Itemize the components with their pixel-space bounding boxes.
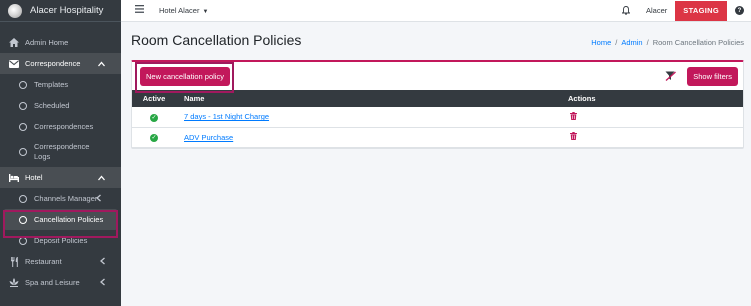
sidebar-item-hotel[interactable]: Hotel <box>0 167 121 188</box>
new-cancellation-policy-button[interactable]: New cancellation policy <box>140 66 230 86</box>
chevron-up-icon <box>98 173 105 182</box>
sidebar-item-deposit-policies[interactable]: Deposit Policies <box>0 230 121 251</box>
chevron-left-icon <box>100 257 105 266</box>
trash-icon[interactable] <box>570 132 577 140</box>
topbar-right: Alacer STAGING ? <box>622 0 751 22</box>
sidebar-item-label: Admin Home <box>25 38 69 47</box>
sidebar-item-scheduled[interactable]: Scheduled <box>0 95 121 116</box>
breadcrumb-separator: / <box>646 38 649 47</box>
chevron-left-icon <box>96 194 101 203</box>
breadcrumb: Home / Admin / Room Cancellation Policie… <box>591 38 744 47</box>
policies-table: Active Name Actions ✓ 7 days - 1st Night… <box>132 90 743 148</box>
active-cell: ✓ <box>132 107 176 127</box>
page-title: Room Cancellation Policies <box>131 32 302 48</box>
circle-icon <box>19 236 27 245</box>
policy-link[interactable]: 7 days - 1st Night Charge <box>184 112 269 121</box>
trash-icon[interactable] <box>570 111 577 120</box>
card-toolbar: New cancellation policy Show filters <box>132 62 743 90</box>
circle-icon <box>19 194 27 203</box>
hamburger-menu-icon[interactable] <box>135 5 144 16</box>
sidebar-item-spa[interactable]: Spa and Leisure <box>0 272 121 293</box>
policies-card: New cancellation policy Show filters Act… <box>131 60 744 149</box>
hotel-selector-label: Hotel Alacer <box>159 6 200 15</box>
sidebar-item-correspondence-logs[interactable]: Correspondence Logs <box>0 137 121 167</box>
sidebar-item-correspondence[interactable]: Correspondence <box>0 53 121 74</box>
breadcrumb-separator: / <box>615 38 618 47</box>
spa-icon <box>9 278 19 288</box>
brand-logo <box>8 3 22 18</box>
sidebar-item-label: Deposit Policies <box>34 236 88 245</box>
breadcrumb-admin[interactable]: Admin <box>621 38 642 47</box>
brand[interactable]: Alacer Hospitality <box>0 0 121 22</box>
sidebar-item-channels-manager[interactable]: Channels Manager <box>0 188 121 209</box>
sidebar-nav: Admin Home Correspondence Templates Sche… <box>0 22 121 293</box>
breadcrumb-current: Room Cancellation Policies <box>652 38 744 47</box>
sidebar-item-label: Channels Manager <box>34 194 98 203</box>
circle-icon <box>19 148 27 156</box>
sidebar-item-cancellation-policies[interactable]: Cancellation Policies <box>4 209 117 230</box>
circle-icon <box>19 80 27 89</box>
show-filters-button[interactable]: Show filters <box>687 66 738 86</box>
caret-down-icon: ▼ <box>202 9 209 15</box>
sidebar-item-label: Correspondence <box>25 59 81 68</box>
sidebar-item-label: Correspondence Logs <box>34 142 90 161</box>
circle-icon <box>19 215 27 224</box>
table-row: ✓ 7 days - 1st Night Charge <box>132 107 743 127</box>
bell-icon[interactable] <box>622 6 631 15</box>
sidebar-item-label: Spa and Leisure <box>25 278 80 287</box>
sidebar-item-label: Correspondences <box>34 122 94 131</box>
column-header-active[interactable]: Active <box>132 90 176 107</box>
policy-link[interactable]: ADV Purchase <box>184 133 233 142</box>
sidebar-item-label: Cancellation Policies <box>34 215 104 224</box>
brand-name: Alacer Hospitality <box>30 5 104 16</box>
utensils-icon <box>9 256 19 267</box>
home-icon <box>9 38 19 48</box>
envelope-icon <box>9 59 19 69</box>
circle-icon <box>19 101 27 110</box>
chevron-left-icon <box>100 278 105 287</box>
breadcrumb-home[interactable]: Home <box>591 38 611 47</box>
sidebar-item-label: Templates <box>34 80 69 89</box>
sidebar-item-admin-home[interactable]: Admin Home <box>0 32 121 53</box>
sidebar-item-templates[interactable]: Templates <box>0 74 121 95</box>
table-row: ✓ ADV Purchase <box>132 127 743 147</box>
sidebar-item-label: Scheduled <box>34 101 70 110</box>
chevron-up-icon <box>98 59 105 68</box>
user-name[interactable]: Alacer <box>646 6 667 15</box>
table-header-row: Active Name Actions <box>132 90 743 107</box>
sidebar-item-label: Restaurant <box>25 257 62 266</box>
bed-icon <box>9 173 19 183</box>
check-circle-icon: ✓ <box>150 133 158 142</box>
name-cell: ADV Purchase <box>176 127 560 147</box>
top-navbar: Hotel Alacer ▼ Alacer STAGING ? <box>121 0 751 22</box>
help-icon[interactable]: ? <box>735 6 744 15</box>
filter-clear-icon[interactable] <box>665 71 677 81</box>
column-header-actions: Actions <box>568 94 596 103</box>
name-cell: 7 days - 1st Night Charge <box>176 107 560 127</box>
column-header-name[interactable]: Name <box>176 90 560 107</box>
hotel-selector[interactable]: Hotel Alacer ▼ <box>159 6 208 15</box>
actions-cell <box>560 107 743 127</box>
sidebar: Alacer Hospitality Admin Home Correspond… <box>0 0 121 306</box>
circle-icon <box>19 122 27 131</box>
active-cell: ✓ <box>132 127 176 147</box>
check-circle-icon: ✓ <box>150 113 158 122</box>
staging-badge: STAGING <box>675 0 727 21</box>
sidebar-item-correspondences[interactable]: Correspondences <box>0 116 121 137</box>
sidebar-item-restaurant[interactable]: Restaurant <box>0 251 121 272</box>
actions-cell <box>560 127 743 147</box>
sidebar-item-label: Hotel <box>25 173 43 182</box>
